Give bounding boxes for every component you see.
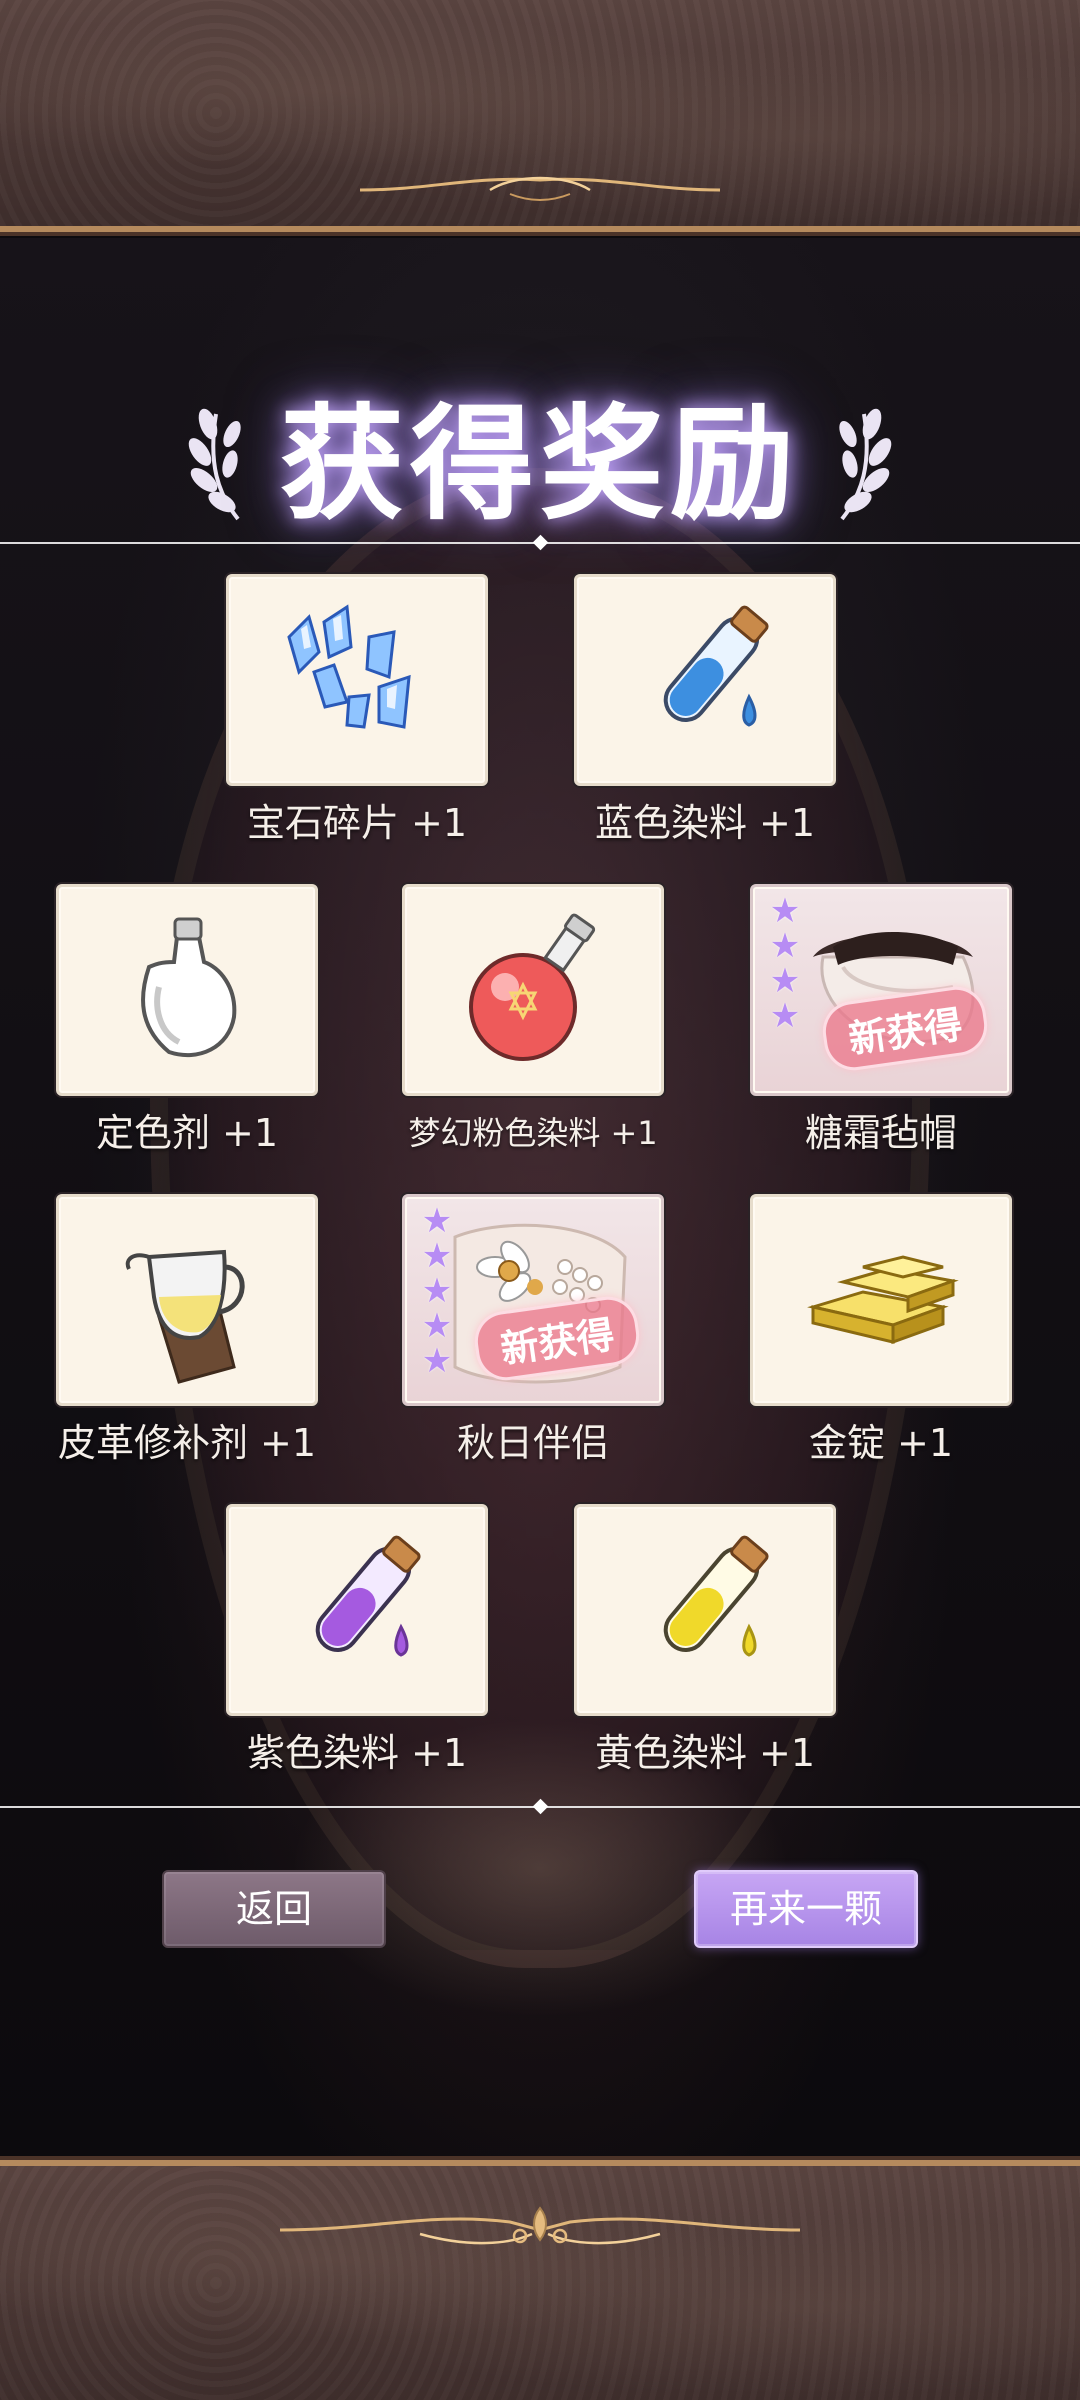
gem-shards-icon — [287, 604, 411, 729]
star-icon: ★ — [769, 891, 801, 931]
right-laurel-icon — [839, 408, 892, 521]
reward-item-pink-dye[interactable]: 梦幻粉色染料 +1 — [402, 884, 664, 1156]
reward-card — [56, 1194, 318, 1406]
reward-item-yellow-dye[interactable]: 黄色染料 +1 — [574, 1504, 836, 1776]
reward-label: 秋日伴侣 — [456, 1421, 609, 1465]
star-icon: ★ — [421, 1201, 453, 1241]
top-ornate-frame — [0, 0, 1080, 232]
reward-label: 黄色染料 +1 — [594, 1731, 816, 1775]
reward-label: 紫色染料 +1 — [246, 1731, 468, 1775]
reward-card — [402, 884, 664, 1096]
top-flourish-ornament — [359, 176, 721, 201]
title-banner: 获得奖励 — [0, 390, 1080, 540]
rarity-stars: ★ ★ ★ ★ ★ — [417, 1201, 457, 1381]
reward-card-rare: ★ ★ ★ ★ 新获得 — [750, 884, 1012, 1096]
gold-ingot-icon — [807, 1255, 959, 1345]
reward-card — [750, 1194, 1012, 1406]
bottom-ornate-frame — [0, 2160, 1080, 2400]
star-icon: ★ — [421, 1341, 453, 1381]
reward-label: 金锭 +1 — [808, 1421, 954, 1465]
reward-card-rare: ★ ★ ★ ★ ★ 新获得 — [402, 1194, 664, 1406]
reward-item-blue-dye[interactable]: 蓝色染料 +1 — [574, 574, 836, 846]
reward-label: 皮革修补剂 +1 — [57, 1421, 317, 1465]
reward-item-autumn-companion[interactable]: ★ ★ ★ ★ ★ 新获得 秋日伴侣 — [402, 1194, 664, 1466]
page-title: 获得奖励 — [279, 392, 800, 537]
reward-card — [226, 1504, 488, 1716]
star-icon: ★ — [769, 961, 801, 1001]
pink-potion-icon — [469, 913, 596, 1061]
reward-label: 蓝色染料 +1 — [594, 801, 816, 845]
reward-item-purple-dye[interactable]: 紫色染料 +1 — [226, 1504, 488, 1776]
back-button[interactable]: 返回 — [162, 1870, 386, 1948]
rarity-stars: ★ ★ ★ ★ — [765, 891, 805, 1036]
reward-label: 梦幻粉色染料 +1 — [408, 1114, 658, 1152]
reward-label: 宝石碎片 +1 — [246, 801, 468, 845]
reward-card — [56, 884, 318, 1096]
reward-item-felt-hat[interactable]: ★ ★ ★ ★ 新获得 糖霜毡帽 — [750, 884, 1012, 1156]
reward-label: 定色剂 +1 — [95, 1111, 279, 1155]
top-divider — [0, 534, 1080, 551]
star-icon: ★ — [421, 1271, 453, 1311]
star-icon: ★ — [769, 926, 801, 966]
reward-item-fixative[interactable]: 定色剂 +1 — [56, 884, 318, 1156]
blue-dye-vial-icon — [663, 605, 769, 727]
yellow-dye-vial-icon — [663, 1535, 769, 1657]
bottom-divider — [0, 1798, 1080, 1815]
reward-card — [226, 574, 488, 786]
reward-item-leather-repair[interactable]: 皮革修补剂 +1 — [56, 1194, 318, 1466]
reward-item-gold-ingot[interactable]: 金锭 +1 — [750, 1194, 1012, 1466]
reward-label: 糖霜毡帽 — [804, 1111, 957, 1155]
reward-card — [574, 574, 836, 786]
reward-item-gem-shards[interactable]: 宝石碎片 +1 — [226, 574, 488, 846]
draw-again-button[interactable]: 再来一颗 — [694, 1870, 918, 1948]
star-icon: ★ — [769, 996, 801, 1036]
star-icon: ★ — [421, 1306, 453, 1346]
leather-repair-pitcher-icon — [125, 1249, 245, 1384]
purple-dye-vial-icon — [315, 1535, 421, 1657]
reward-card — [574, 1504, 836, 1716]
bottom-flourish-ornament — [279, 2206, 801, 2245]
fixative-bottle-icon — [141, 917, 237, 1058]
star-icon: ★ — [421, 1236, 453, 1276]
